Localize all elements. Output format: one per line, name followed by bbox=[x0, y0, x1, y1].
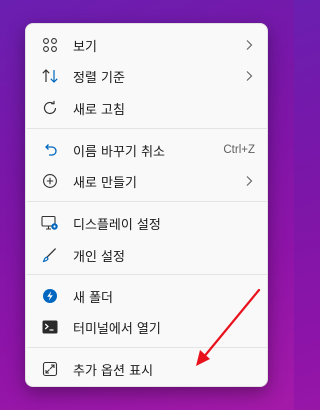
menu-separator bbox=[27, 201, 268, 202]
menu-item-view[interactable]: 보기 bbox=[26, 30, 269, 60]
menu-item-undo-rename[interactable]: 이름 바꾸기 취소 Ctrl+Z bbox=[26, 135, 269, 165]
menu-item-label: 개인 설정 bbox=[73, 249, 125, 265]
terminal-icon bbox=[41, 318, 59, 336]
grid-icon bbox=[41, 36, 59, 54]
chevron-right-icon bbox=[244, 175, 254, 187]
show-more-icon bbox=[41, 360, 59, 378]
menu-item-sort-by[interactable]: 정렬 기준 bbox=[26, 61, 269, 91]
menu-item-label: 정렬 기준 bbox=[73, 70, 125, 86]
chevron-right-icon bbox=[244, 70, 254, 82]
menu-item-open-terminal[interactable]: 터미널에서 열기 bbox=[26, 312, 269, 342]
menu-item-label: 보기 bbox=[73, 39, 97, 55]
menu-item-label: 이름 바꾸기 취소 bbox=[73, 144, 165, 160]
menu-item-new[interactable]: 새로 만들기 bbox=[26, 166, 269, 196]
menu-item-show-more-options[interactable]: 추가 옵션 표시 bbox=[26, 354, 269, 384]
sort-icon bbox=[41, 67, 59, 85]
plus-circle-icon bbox=[41, 172, 59, 190]
new-folder-icon bbox=[41, 287, 59, 305]
menu-item-label: 새 폴더 bbox=[73, 290, 114, 306]
chevron-right-icon bbox=[244, 39, 254, 51]
menu-item-personalize[interactable]: 개인 설정 bbox=[26, 240, 269, 270]
menu-item-label: 새로 고침 bbox=[73, 102, 125, 118]
menu-separator bbox=[27, 347, 268, 348]
menu-item-refresh[interactable]: 새로 고침 bbox=[26, 93, 269, 123]
undo-icon bbox=[41, 141, 59, 159]
refresh-icon bbox=[41, 99, 59, 117]
shortcut-label: Ctrl+Z bbox=[223, 144, 255, 156]
menu-item-new-folder[interactable]: 새 폴더 bbox=[26, 281, 269, 311]
brush-icon bbox=[41, 246, 59, 264]
menu-separator bbox=[27, 128, 268, 129]
menu-item-label: 추가 옵션 표시 bbox=[73, 363, 154, 379]
menu-separator bbox=[27, 274, 268, 275]
menu-item-label: 터미널에서 열기 bbox=[73, 321, 161, 337]
desktop-context-menu: 보기 정렬 기준 새로 고침 이름 바꾸기 취소 Ctrl+Z 새로 만들기 디… bbox=[25, 23, 268, 387]
menu-item-label: 디스플레이 설정 bbox=[73, 217, 161, 233]
display-settings-icon bbox=[41, 214, 59, 232]
menu-item-display-settings[interactable]: 디스플레이 설정 bbox=[26, 208, 269, 238]
menu-item-label: 새로 만들기 bbox=[73, 175, 137, 191]
